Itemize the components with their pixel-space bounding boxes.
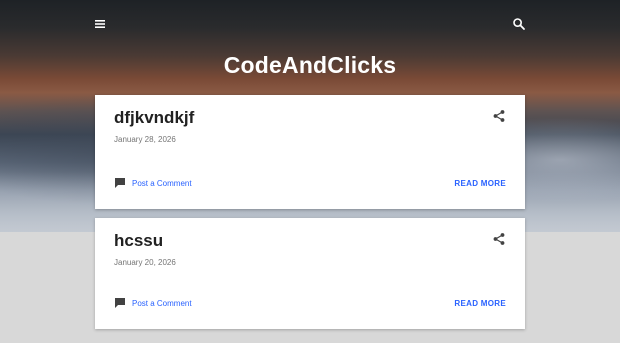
top-bar <box>0 0 620 48</box>
comment-link-label: Post a Comment <box>132 178 192 188</box>
post-card: dfjkvndkjf January 28, 2026 Post a Comme… <box>95 95 525 209</box>
share-button[interactable] <box>492 109 506 123</box>
share-button[interactable] <box>492 232 506 246</box>
search-icon <box>513 18 525 30</box>
post-card: hcssu January 20, 2026 Post a Comment RE… <box>95 218 525 329</box>
blog-title[interactable]: CodeAndClicks <box>0 52 620 79</box>
read-more-link[interactable]: READ MORE <box>454 179 506 188</box>
read-more-link[interactable]: READ MORE <box>454 299 506 308</box>
search-button[interactable] <box>511 16 527 32</box>
comment-icon <box>115 298 125 308</box>
share-icon <box>493 233 505 245</box>
post-a-comment-link[interactable]: Post a Comment <box>114 297 192 309</box>
post-date: January 20, 2026 <box>114 258 176 267</box>
post-a-comment-link[interactable]: Post a Comment <box>114 177 192 189</box>
menu-button[interactable] <box>92 16 108 32</box>
hamburger-menu-icon <box>95 20 105 28</box>
comment-icon <box>115 178 125 188</box>
post-title[interactable]: dfjkvndkjf <box>114 108 194 128</box>
comment-link-label: Post a Comment <box>132 298 192 308</box>
post-title[interactable]: hcssu <box>114 231 163 251</box>
share-icon <box>493 110 505 122</box>
post-date: January 28, 2026 <box>114 135 176 144</box>
